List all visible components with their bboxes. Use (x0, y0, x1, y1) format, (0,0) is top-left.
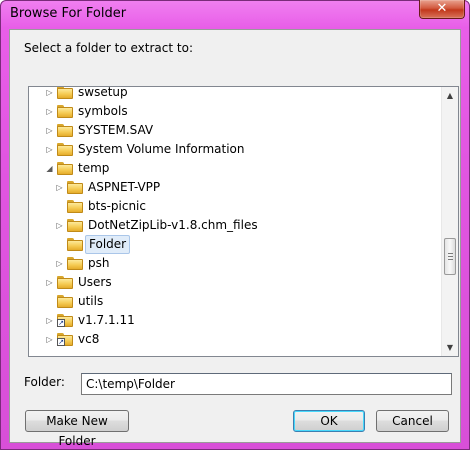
expand-arrow-icon[interactable]: ▷ (55, 259, 64, 268)
expand-arrow-icon[interactable]: ▷ (45, 278, 54, 287)
folder-shortcut-icon: ↗ (57, 314, 73, 327)
make-new-folder-button[interactable]: Make New Folder (25, 410, 129, 448)
tree-item[interactable]: ▷ System Volume Information (29, 140, 441, 159)
tree-item[interactable]: ▷ symbols (29, 102, 441, 121)
tree-item-label: Folder (85, 235, 131, 254)
window-title: Browse For Folder (10, 6, 127, 21)
tree-item-label: bts-picnic (88, 199, 146, 213)
tree-item[interactable]: ◢ temp (29, 159, 441, 178)
tree-item-label: ASPNET-VPP (88, 180, 161, 194)
scroll-up-button[interactable]: ▲ (442, 87, 458, 104)
folder-icon (57, 295, 73, 308)
browse-for-folder-dialog: Browse For Folder ✕ Select a folder to e… (0, 0, 470, 450)
folder-icon (57, 87, 73, 99)
thumb-grip-line (448, 256, 453, 257)
tree-item-label: SYSTEM.SAV (78, 123, 154, 137)
tree-item[interactable]: ▷ psh (29, 254, 441, 273)
folder-tree[interactable]: ▷ swsetup ▷ symbols ▷ SYSTEM.SAV ▷ System Volum… (28, 86, 459, 357)
folder-shortcut-icon: ↗ (57, 333, 73, 346)
folder-icon (57, 276, 73, 289)
tree-item-label: System Volume Information (78, 142, 245, 156)
collapse-arrow-icon[interactable]: ◢ (45, 164, 54, 173)
tree-item-label: DotNetZipLib-v1.8.chm_files (88, 218, 258, 232)
tree-item-label: vc8 (78, 332, 100, 346)
folder-icon (57, 105, 73, 118)
folder-icon (67, 238, 83, 251)
folder-icon (57, 124, 73, 137)
ok-button[interactable]: OK (293, 410, 365, 432)
title-bar[interactable]: Browse For Folder ✕ (1, 0, 469, 29)
prompt-label: Select a folder to extract to: (24, 41, 193, 55)
expand-arrow-icon[interactable]: ▷ (55, 183, 64, 192)
tree-rows: ▷ swsetup ▷ symbols ▷ SYSTEM.SAV ▷ System Volum… (29, 87, 441, 356)
tree-item-label: psh (88, 256, 110, 270)
close-button[interactable]: ✕ (419, 0, 465, 19)
cancel-button[interactable]: Cancel (376, 410, 449, 432)
dialog-body: Select a folder to extract to: ▷ swsetup ▷… (9, 29, 461, 448)
tree-item-label: utils (78, 294, 104, 308)
folder-icon (67, 219, 83, 232)
folder-icon (57, 143, 73, 156)
folder-path-input[interactable]: C:\temp\Folder (81, 373, 452, 395)
tree-item[interactable]: ▷ SYSTEM.SAV (29, 121, 441, 140)
tree-item[interactable]: ▷ Users (29, 273, 441, 292)
expand-arrow-icon[interactable]: ▷ (45, 88, 54, 97)
thumb-grip-line (448, 253, 453, 254)
folder-field-label: Folder: (24, 375, 65, 389)
folder-icon (57, 162, 73, 175)
folder-icon (67, 181, 83, 194)
tree-item-label: swsetup (78, 87, 128, 99)
scroll-down-button[interactable]: ▼ (442, 339, 458, 356)
folder-icon (67, 200, 83, 213)
scroll-thumb[interactable] (444, 238, 456, 275)
tree-item[interactable]: ▷ ↗ v1.7.1.11 (29, 311, 441, 330)
expand-arrow-icon[interactable]: ▷ (45, 316, 54, 325)
tree-item-label: v1.7.1.11 (78, 313, 135, 327)
thumb-grip-line (448, 259, 453, 260)
expand-arrow-icon[interactable]: ▷ (45, 107, 54, 116)
tree-item[interactable]: ▷ ↗ vc8 (29, 330, 441, 349)
tree-item[interactable]: ▷ ASPNET-VPP (29, 178, 441, 197)
tree-item-label: temp (78, 161, 110, 175)
tree-item[interactable]: Folder (29, 235, 441, 254)
expand-arrow-icon[interactable]: ▷ (45, 335, 54, 344)
tree-item[interactable]: bts-picnic (29, 197, 441, 216)
vertical-scrollbar[interactable]: ▲ ▼ (441, 87, 458, 356)
folder-icon (67, 257, 83, 270)
expand-arrow-icon[interactable]: ▷ (55, 221, 64, 230)
expand-arrow-icon[interactable]: ▷ (45, 145, 54, 154)
expand-arrow-icon[interactable]: ▷ (45, 126, 54, 135)
tree-item[interactable]: ▷ DotNetZipLib-v1.8.chm_files (29, 216, 441, 235)
tree-item-label: symbols (78, 104, 128, 118)
tree-item[interactable]: ▷ swsetup (29, 87, 441, 102)
tree-item-label: Users (78, 275, 112, 289)
tree-item[interactable]: utils (29, 292, 441, 311)
